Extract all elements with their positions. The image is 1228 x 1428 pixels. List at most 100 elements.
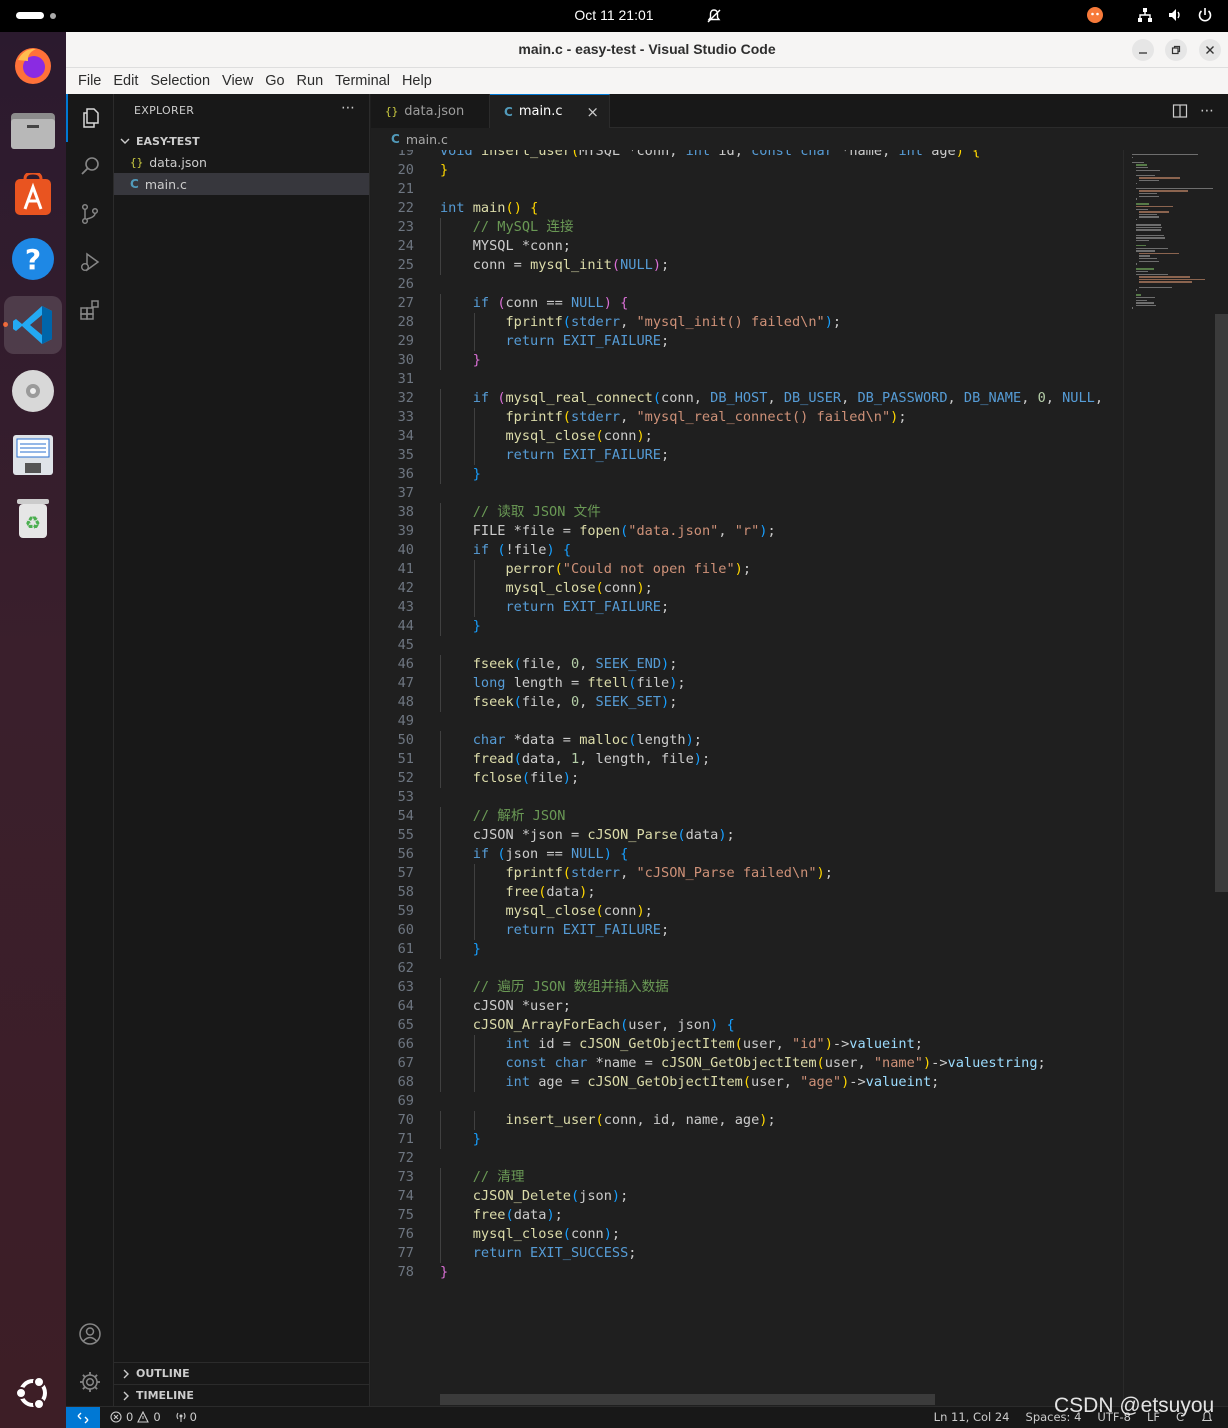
line-number[interactable]: 30 (371, 351, 414, 370)
code-line[interactable]: 21 (371, 180, 1123, 199)
code-line[interactable]: 45 (371, 636, 1123, 655)
line-text[interactable]: mysql_close(conn); (440, 902, 652, 921)
line-text[interactable]: fseek(file, 0, SEEK_END); (440, 655, 678, 674)
cursor-position[interactable]: Ln 11, Col 24 (934, 1410, 1010, 1424)
line-number[interactable]: 47 (371, 674, 414, 693)
line-number[interactable]: 23 (371, 218, 414, 237)
line-text[interactable]: mysql_close(conn); (440, 1225, 620, 1244)
breadcrumb-file[interactable]: main.c (406, 132, 448, 147)
code-lines[interactable]: 19 void insert_user(MYSQL *conn, int id, … (371, 150, 1123, 1282)
menu-edit[interactable]: Edit (107, 73, 144, 89)
code-line[interactable]: 22 int main() { (371, 199, 1123, 218)
line-number[interactable]: 21 (371, 180, 414, 199)
ports-indicator[interactable]: 0 (175, 1410, 197, 1424)
line-number[interactable]: 54 (371, 807, 414, 826)
menu-view[interactable]: View (216, 73, 259, 89)
line-number[interactable]: 24 (371, 237, 414, 256)
line-text[interactable]: } (440, 465, 481, 484)
line-number[interactable]: 71 (371, 1130, 414, 1149)
code-line[interactable]: 53 (371, 788, 1123, 807)
line-number[interactable]: 26 (371, 275, 414, 294)
line-number[interactable]: 66 (371, 1035, 414, 1054)
line-text[interactable]: // MySQL 连接 (440, 218, 574, 237)
menu-help[interactable]: Help (396, 73, 438, 89)
code-line[interactable]: 55 cJSON *json = cJSON_Parse(data); (371, 826, 1123, 845)
code-line[interactable]: 76 mysql_close(conn); (371, 1225, 1123, 1244)
line-text[interactable]: conn = mysql_init(NULL); (440, 256, 669, 275)
line-number[interactable]: 56 (371, 845, 414, 864)
minimap[interactable] (1123, 150, 1215, 1406)
line-number[interactable]: 41 (371, 560, 414, 579)
code-line[interactable]: 77 return EXIT_SUCCESS; (371, 1244, 1123, 1263)
code-line[interactable]: 61 } (371, 940, 1123, 959)
app-center-icon[interactable] (10, 172, 56, 218)
problems-indicator[interactable]: 0 0 (110, 1410, 161, 1424)
split-editor-icon[interactable] (1172, 103, 1188, 119)
manage-activity[interactable] (66, 1358, 114, 1406)
line-number[interactable]: 52 (371, 769, 414, 788)
line-text[interactable]: if (json == NULL) { (440, 845, 629, 864)
code-line[interactable]: 34 mysql_close(conn); (371, 427, 1123, 446)
code-line[interactable]: 59 mysql_close(conn); (371, 902, 1123, 921)
line-text[interactable]: return EXIT_FAILURE; (440, 921, 669, 940)
code-line[interactable]: 67 const char *name = cJSON_GetObjectIte… (371, 1054, 1123, 1073)
line-number[interactable]: 46 (371, 655, 414, 674)
code-line[interactable]: 52 fclose(file); (371, 769, 1123, 788)
line-number[interactable]: 75 (371, 1206, 414, 1225)
maximize-button[interactable] (1165, 39, 1187, 61)
line-number[interactable]: 38 (371, 503, 414, 522)
line-text[interactable]: if (conn == NULL) { (440, 294, 629, 313)
code-line[interactable]: 71 } (371, 1130, 1123, 1149)
line-text[interactable]: return EXIT_FAILURE; (440, 332, 669, 351)
menu-selection[interactable]: Selection (144, 73, 216, 89)
line-text[interactable]: fprintf(stderr, "cJSON_Parse failed\n"); (440, 864, 832, 883)
search-activity[interactable] (66, 142, 114, 190)
line-number[interactable]: 31 (371, 370, 414, 389)
line-number[interactable]: 44 (371, 617, 414, 636)
code-line[interactable]: 72 (371, 1149, 1123, 1168)
code-line[interactable]: 33 fprintf(stderr, "mysql_real_connect()… (371, 408, 1123, 427)
line-number[interactable]: 69 (371, 1092, 414, 1111)
line-text[interactable]: fread(data, 1, length, file); (440, 750, 710, 769)
code-line[interactable]: 23 // MySQL 连接 (371, 218, 1123, 237)
file-item-data-json[interactable]: {} data.json (114, 151, 369, 173)
volume-icon[interactable] (1166, 6, 1184, 24)
code-line[interactable]: 32 if (mysql_real_connect(conn, DB_HOST,… (371, 389, 1123, 408)
code-line[interactable]: 30 } (371, 351, 1123, 370)
code-line[interactable]: 24 MYSQL *conn; (371, 237, 1123, 256)
line-number[interactable]: 33 (371, 408, 414, 427)
line-text[interactable]: fprintf(stderr, "mysql_real_connect() fa… (440, 408, 906, 427)
vertical-scrollbar-thumb[interactable] (1215, 314, 1228, 892)
code-line[interactable]: 44 } (371, 617, 1123, 636)
line-number[interactable]: 73 (371, 1168, 414, 1187)
line-number[interactable]: 63 (371, 978, 414, 997)
line-number[interactable]: 27 (371, 294, 414, 313)
code-line[interactable]: 36 } (371, 465, 1123, 484)
line-text[interactable]: return EXIT_FAILURE; (440, 598, 669, 617)
line-text[interactable]: FILE *file = fopen("data.json", "r"); (440, 522, 776, 541)
line-number[interactable]: 37 (371, 484, 414, 503)
line-number[interactable]: 28 (371, 313, 414, 332)
editor-more-actions-icon[interactable]: ⋯ (1200, 103, 1214, 119)
line-number[interactable]: 67 (371, 1054, 414, 1073)
line-text[interactable]: return EXIT_FAILURE; (440, 446, 669, 465)
line-text[interactable]: cJSON *json = cJSON_Parse(data); (440, 826, 735, 845)
help-icon[interactable]: ? (10, 236, 56, 282)
notifications-muted-icon[interactable] (706, 8, 722, 24)
line-number[interactable]: 22 (371, 199, 414, 218)
line-number[interactable]: 55 (371, 826, 414, 845)
code-line[interactable]: 35 return EXIT_FAILURE; (371, 446, 1123, 465)
code-line[interactable]: 74 cJSON_Delete(json); (371, 1187, 1123, 1206)
code-line[interactable]: 39 FILE *file = fopen("data.json", "r"); (371, 522, 1123, 541)
disc-icon[interactable] (10, 368, 56, 414)
line-number[interactable]: 35 (371, 446, 414, 465)
line-text[interactable]: } (440, 1263, 448, 1282)
line-text[interactable]: int main() { (440, 199, 538, 218)
code-line[interactable]: 49 (371, 712, 1123, 731)
line-text[interactable]: fseek(file, 0, SEEK_SET); (440, 693, 678, 712)
line-text[interactable]: } (440, 351, 481, 370)
line-number[interactable]: 40 (371, 541, 414, 560)
line-text[interactable]: cJSON *user; (440, 997, 571, 1016)
line-number[interactable]: 29 (371, 332, 414, 351)
line-text[interactable]: perror("Could not open file"); (440, 560, 751, 579)
